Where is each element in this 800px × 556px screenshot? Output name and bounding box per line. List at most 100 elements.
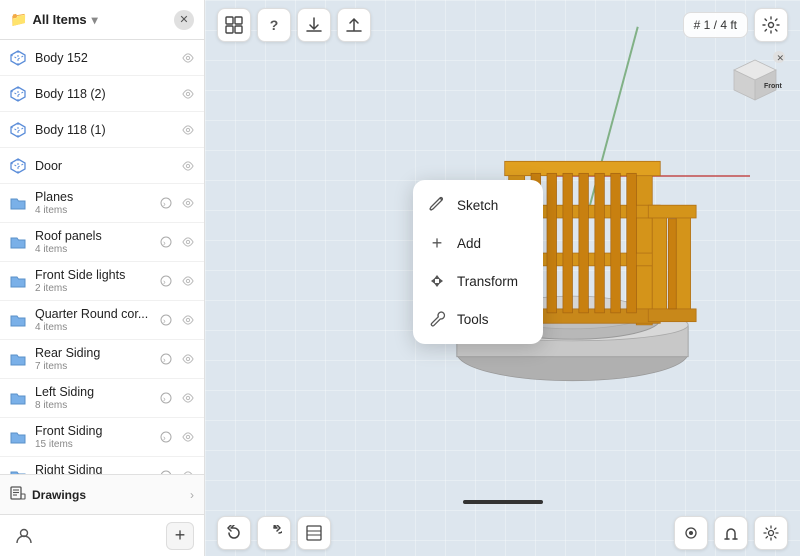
sidebar-header-left: 📁 All Items ▾ (10, 11, 98, 28)
layers-button[interactable] (297, 516, 331, 550)
item-name-rear-siding: Rear Siding (35, 346, 154, 360)
hide-btn-body-152[interactable] (180, 50, 196, 66)
add-label: Add (457, 236, 481, 251)
svg-text:›: › (163, 200, 166, 209)
hide-btn-left-siding[interactable] (180, 390, 196, 406)
item-name-left-siding: Left Siding (35, 385, 154, 399)
expand-btn-rear-siding[interactable]: › (158, 351, 174, 367)
hide-btn-planes[interactable] (180, 195, 196, 211)
hide-btn-front-siding[interactable] (180, 429, 196, 445)
expand-btn-quarter-round-cor[interactable]: › (158, 312, 174, 328)
hide-btn-rear-siding[interactable] (180, 351, 196, 367)
folder-icon (8, 232, 28, 252)
sidebar-item-front-side-lights[interactable]: Front Side lights2 items› (0, 262, 204, 301)
sidebar-items-list: Body 152 Body 118 (2) Body 118 (1) Door … (0, 40, 204, 474)
sidebar-footer-left: Drawings (10, 485, 86, 504)
add-icon: + (427, 233, 447, 253)
sidebar-item-quarter-round-cor[interactable]: Quarter Round cor...4 items› (0, 301, 204, 340)
sidebar-item-roof-panels[interactable]: Roof panels4 items› (0, 223, 204, 262)
item-count-planes: 4 items (35, 205, 154, 216)
help-icon: ? (270, 17, 279, 33)
sketch-icon (427, 195, 447, 215)
svg-text:›: › (163, 395, 166, 404)
snap-button[interactable] (674, 516, 708, 550)
download-icon (305, 16, 323, 34)
svg-text:›: › (163, 434, 166, 443)
expand-btn-front-siding[interactable]: › (158, 429, 174, 445)
hide-btn-door[interactable] (180, 158, 196, 174)
hide-btn-front-side-lights[interactable] (180, 273, 196, 289)
sidebar-header: 📁 All Items ▾ ✕ (0, 0, 204, 40)
sidebar-item-front-siding[interactable]: Front Siding15 items› (0, 418, 204, 457)
sidebar-bottom-bar: + (0, 514, 204, 556)
item-content-front-side-lights: Front Side lights2 items (35, 268, 154, 294)
hide-btn-body-118-2[interactable] (180, 86, 196, 102)
hide-btn-roof-panels[interactable] (180, 234, 196, 250)
sidebar-title: All Items (32, 12, 86, 27)
sidebar-item-rear-siding[interactable]: Rear Siding7 items› (0, 340, 204, 379)
drawings-icon (10, 485, 26, 504)
sidebar-item-body-118-2[interactable]: Body 118 (2) (0, 76, 204, 112)
expand-btn-planes[interactable]: › (158, 195, 174, 211)
redo-button[interactable] (257, 516, 291, 550)
viewport-settings-button[interactable] (754, 8, 788, 42)
sidebar-dropdown-icon[interactable]: ▾ (92, 13, 98, 27)
magnet-button[interactable] (714, 516, 748, 550)
download-button[interactable] (297, 8, 331, 42)
item-content-rear-siding: Rear Siding7 items (35, 346, 154, 372)
redo-icon (266, 525, 282, 541)
person-button[interactable] (10, 522, 38, 550)
hide-btn-body-118-1[interactable] (180, 122, 196, 138)
sidebar-drawings-footer[interactable]: Drawings › (0, 474, 204, 514)
context-menu-tools[interactable]: Tools (413, 300, 543, 338)
item-content-quarter-round-cor: Quarter Round cor...4 items (35, 307, 154, 333)
context-menu-add[interactable]: + Add (413, 224, 543, 262)
svg-text:✕: ✕ (777, 53, 785, 63)
viewport[interactable]: ? # 1 / 4 ft (205, 0, 800, 556)
sidebar-item-right-siding[interactable]: Right Siding8 items› (0, 457, 204, 474)
sidebar-close-button[interactable]: ✕ (174, 10, 194, 30)
box-icon (8, 48, 28, 68)
person-icon (15, 527, 33, 545)
context-menu-sketch[interactable]: Sketch (413, 186, 543, 224)
undo-button[interactable] (217, 516, 251, 550)
plus-icon: + (175, 525, 186, 546)
context-menu: Sketch + Add Transform (413, 180, 543, 344)
expand-btn-roof-panels[interactable]: › (158, 234, 174, 250)
share-button[interactable] (337, 8, 371, 42)
sidebar-item-planes[interactable]: Planes4 items› (0, 184, 204, 223)
context-menu-transform[interactable]: Transform (413, 262, 543, 300)
sidebar-item-body-152[interactable]: Body 152 (0, 40, 204, 76)
item-name-quarter-round-cor: Quarter Round cor... (35, 307, 154, 321)
sidebar-item-left-siding[interactable]: Left Siding8 items› (0, 379, 204, 418)
undo-icon (226, 525, 242, 541)
folder-icon (8, 466, 28, 474)
tools-icon (427, 309, 447, 329)
drawings-label: Drawings (32, 488, 86, 502)
viewport-settings-icon (762, 16, 780, 34)
expand-btn-left-siding[interactable]: › (158, 390, 174, 406)
sidebar-item-body-118-1[interactable]: Body 118 (1) (0, 112, 204, 148)
folder-icon (8, 349, 28, 369)
item-content-body-118-2: Body 118 (2) (35, 87, 176, 101)
top-toolbar-right: # 1 / 4 ft (683, 8, 788, 42)
settings-button[interactable] (754, 516, 788, 550)
bottom-toolbar-right (674, 516, 788, 550)
magnet-icon (723, 525, 739, 541)
close-icon: ✕ (179, 13, 188, 26)
help-button[interactable]: ? (257, 8, 291, 42)
sidebar: 📁 All Items ▾ ✕ Body 152 Body 118 (2) Bo… (0, 0, 205, 556)
top-toolbar-left: ? (217, 8, 371, 42)
add-item-button[interactable]: + (166, 522, 194, 550)
sidebar-item-door[interactable]: Door (0, 148, 204, 184)
svg-text:Front: Front (764, 83, 783, 90)
item-content-right-siding: Right Siding8 items (35, 463, 154, 474)
bottom-toolbar-left (217, 516, 331, 550)
grid-button[interactable] (217, 8, 251, 42)
bottom-toolbar (205, 510, 800, 556)
expand-btn-front-side-lights[interactable]: › (158, 273, 174, 289)
snap-icon (683, 525, 699, 541)
item-name-front-side-lights: Front Side lights (35, 268, 154, 282)
item-count-roof-panels: 4 items (35, 244, 154, 255)
hide-btn-quarter-round-cor[interactable] (180, 312, 196, 328)
